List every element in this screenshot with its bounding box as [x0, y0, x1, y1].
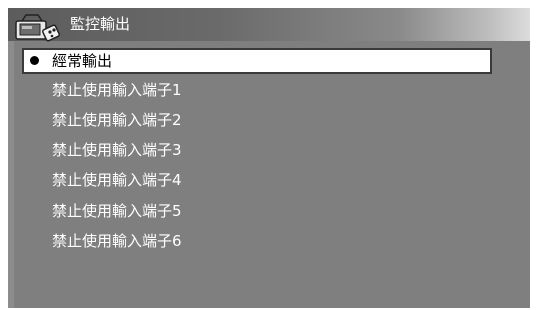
left-border [8, 41, 14, 308]
menu-item-label: 禁止使用輸入端子2 [52, 111, 182, 129]
menu-item-label: 禁止使用輸入端子6 [52, 232, 182, 250]
menu-item-label: 禁止使用輸入端子4 [52, 171, 182, 189]
menu-item-always-output[interactable]: 經常輸出 [22, 48, 492, 74]
menu-item-label: 禁止使用輸入端子1 [52, 81, 182, 99]
window-title: 監控輸出 [70, 15, 131, 33]
menu-item-disable-input-2[interactable]: 禁止使用輸入端子2 [22, 107, 492, 133]
menu-item-disable-input-3[interactable]: 禁止使用輸入端子3 [22, 137, 492, 163]
menu-item-disable-input-6[interactable]: 禁止使用輸入端子6 [22, 228, 492, 254]
title-bar: 監控輸出 [8, 8, 530, 43]
menu-item-label: 禁止使用輸入端子3 [52, 141, 182, 159]
menu-item-label: 經常輸出 [52, 52, 113, 70]
menu-item-label: 禁止使用輸入端子5 [52, 202, 182, 220]
menu-item-disable-input-4[interactable]: 禁止使用輸入端子4 [22, 167, 492, 193]
menu-item-disable-input-5[interactable]: 禁止使用輸入端子5 [22, 198, 492, 224]
selected-bullet-icon [30, 56, 39, 65]
menu-item-disable-input-1[interactable]: 禁止使用輸入端子1 [22, 77, 492, 103]
tv-remote-icon [12, 11, 64, 43]
